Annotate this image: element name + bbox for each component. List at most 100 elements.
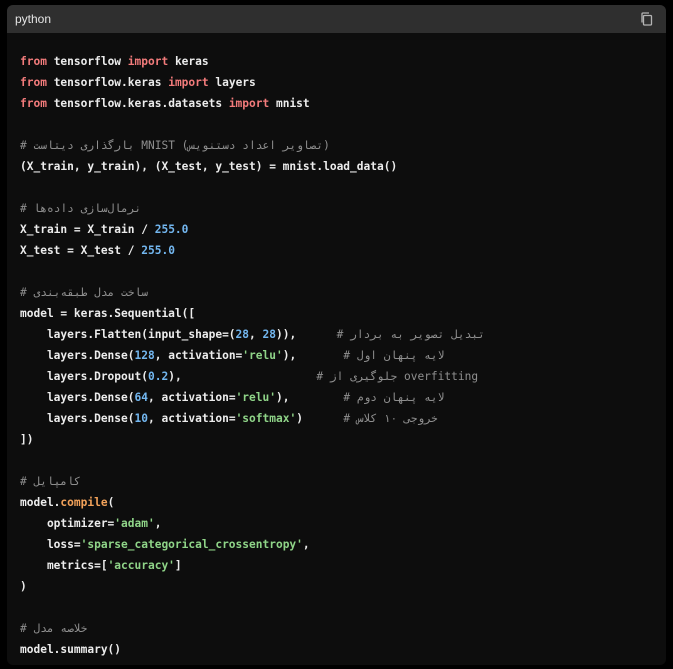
code-token-plain: loss= xyxy=(20,538,81,551)
code-token-keyword: import xyxy=(168,76,209,89)
code-line: # بارگذاری دیتاست MNIST (تصاویر اعداد دس… xyxy=(20,135,666,156)
code-content[interactable]: from tensorflow import keras from tensorf… xyxy=(7,33,666,660)
code-line: ]) xyxy=(20,429,666,450)
code-token-keyword: import xyxy=(127,55,169,68)
code-token-comment: # خروجی ۱۰ کلاس xyxy=(343,412,438,425)
code-token-string: 'relu' xyxy=(235,391,276,404)
code-token-plain: )), xyxy=(276,328,337,341)
code-token-plain: ) xyxy=(20,580,27,593)
code-line: model.summary() xyxy=(20,639,666,660)
code-token-plain: model. xyxy=(20,496,61,509)
code-token-comment: # تبدیل تصویر به بردار xyxy=(336,328,485,341)
code-token-plain: model = keras.Sequential([ xyxy=(20,307,196,320)
code-line: ) xyxy=(20,576,666,597)
code-token-plain: layers.Dense( xyxy=(20,391,135,404)
code-token-string: 'sparse_categorical_crossentropy' xyxy=(80,538,303,551)
code-token-plain: ]) xyxy=(20,433,34,446)
code-token-plain: tensorflow.keras xyxy=(46,76,169,89)
code-token-keyword: import xyxy=(228,97,270,110)
code-token-plain: ), xyxy=(282,349,344,362)
code-token-plain: mnist xyxy=(269,97,310,110)
code-token-plain: , xyxy=(154,517,162,530)
code-token-string: 'relu' xyxy=(242,349,283,362)
code-line: layers.Dropout(0.2), # جلوگیری از overfi… xyxy=(20,366,666,387)
code-token-keyword: from xyxy=(20,55,47,68)
code-token-comment: # کامپایل xyxy=(20,475,81,488)
code-token-number: 28 xyxy=(262,328,276,341)
copy-button[interactable] xyxy=(638,11,654,27)
copy-icon xyxy=(640,12,652,26)
code-token-number: 128 xyxy=(134,349,155,362)
code-token-number: 0.2 xyxy=(147,370,169,383)
code-line: from tensorflow import keras xyxy=(20,51,666,72)
code-token-comment: # بارگذاری دیتاست MNIST (تصاویر اعداد دس… xyxy=(20,139,330,152)
code-token-keyword: from xyxy=(20,97,47,110)
code-line: # نرمال‌سازی داده‌ها xyxy=(20,198,666,219)
code-line: loss='sparse_categorical_crossentropy', xyxy=(20,534,666,555)
code-token-plain: , activation= xyxy=(148,391,236,404)
code-token-plain: keras xyxy=(168,55,209,68)
code-token-plain: model.summary() xyxy=(20,643,122,656)
code-token-string: 'softmax' xyxy=(235,412,297,425)
code-line: layers.Dense(64, activation='relu'), # ل… xyxy=(20,387,666,408)
code-token-plain: (X_train, y_train), (X_test, y_test) = m… xyxy=(20,160,398,173)
code-line: X_train = X_train / 255.0 xyxy=(20,219,666,240)
code-token-comment: # نرمال‌سازی داده‌ها xyxy=(20,202,142,215)
code-token-plain: layers.Dropout( xyxy=(20,370,148,383)
code-token-plain: , activation= xyxy=(148,412,236,425)
code-token-plain: optimizer= xyxy=(20,517,115,530)
code-token-plain: , xyxy=(302,538,310,551)
code-token-plain: ), xyxy=(168,370,317,383)
code-line: optimizer='adam', xyxy=(20,513,666,534)
code-token-plain: tensorflow xyxy=(46,55,128,68)
code-token-plain: metrics=[ xyxy=(20,559,108,572)
language-label: python xyxy=(15,12,52,26)
code-token-plain: layers xyxy=(208,76,256,89)
code-line: from tensorflow.keras.datasets import mn… xyxy=(20,93,666,114)
code-token-comment: # لایه پنهان دوم xyxy=(343,391,445,404)
code-line: # کامپایل xyxy=(20,471,666,492)
code-line: model = keras.Sequential([ xyxy=(20,303,666,324)
code-token-string: 'accuracy' xyxy=(107,559,175,572)
code-token-keyword: from xyxy=(20,76,47,89)
code-token-number: 10 xyxy=(134,412,148,425)
code-token-plain: layers.Flatten(input_shape=( xyxy=(20,328,236,341)
code-token-comment: # جلوگیری از overfitting xyxy=(316,370,479,383)
code-header: python xyxy=(7,5,666,33)
code-token-string: 'adam' xyxy=(114,517,155,530)
code-line: X_test = X_test / 255.0 xyxy=(20,240,666,261)
code-token-number: 255.0 xyxy=(154,223,189,236)
code-line: layers.Dense(128, activation='relu'), # … xyxy=(20,345,666,366)
code-token-plain: layers.Dense( xyxy=(20,412,135,425)
code-line: from tensorflow.keras import layers xyxy=(20,72,666,93)
code-line: # ساخت مدل طبقه‌بندی xyxy=(20,282,666,303)
code-token-plain: tensorflow.keras.datasets xyxy=(46,97,229,110)
code-line: layers.Dense(10, activation='softmax') #… xyxy=(20,408,666,429)
code-line: # خلاصه مدل xyxy=(20,618,666,639)
code-token-plain: ] xyxy=(174,559,182,572)
code-token-plain: , activation= xyxy=(154,349,243,362)
code-token-number: 255.0 xyxy=(141,244,175,257)
code-line: model.compile( xyxy=(20,492,666,513)
code-token-plain: ), xyxy=(275,391,344,404)
code-token-plain: layers.Dense( xyxy=(20,349,135,362)
code-line: layers.Flatten(input_shape=(28, 28)), # … xyxy=(20,324,666,345)
code-token-func: compile xyxy=(60,496,108,509)
code-block: python from tensorflow import keras from … xyxy=(7,5,666,665)
code-token-comment: # ساخت مدل طبقه‌بندی xyxy=(20,286,148,299)
code-token-plain: , xyxy=(249,328,263,341)
code-line: metrics=['accuracy'] xyxy=(20,555,666,576)
code-line: (X_train, y_train), (X_test, y_test) = m… xyxy=(20,156,666,177)
code-token-plain: X_test = X_test / xyxy=(20,244,142,257)
code-token-number: 28 xyxy=(235,328,250,341)
code-token-plain: ) xyxy=(296,412,344,425)
code-token-plain: ( xyxy=(107,496,115,509)
code-token-number: 64 xyxy=(134,391,148,404)
code-token-comment: # لایه پنهان اول xyxy=(343,349,445,362)
code-token-plain: X_train = X_train / xyxy=(20,223,155,236)
